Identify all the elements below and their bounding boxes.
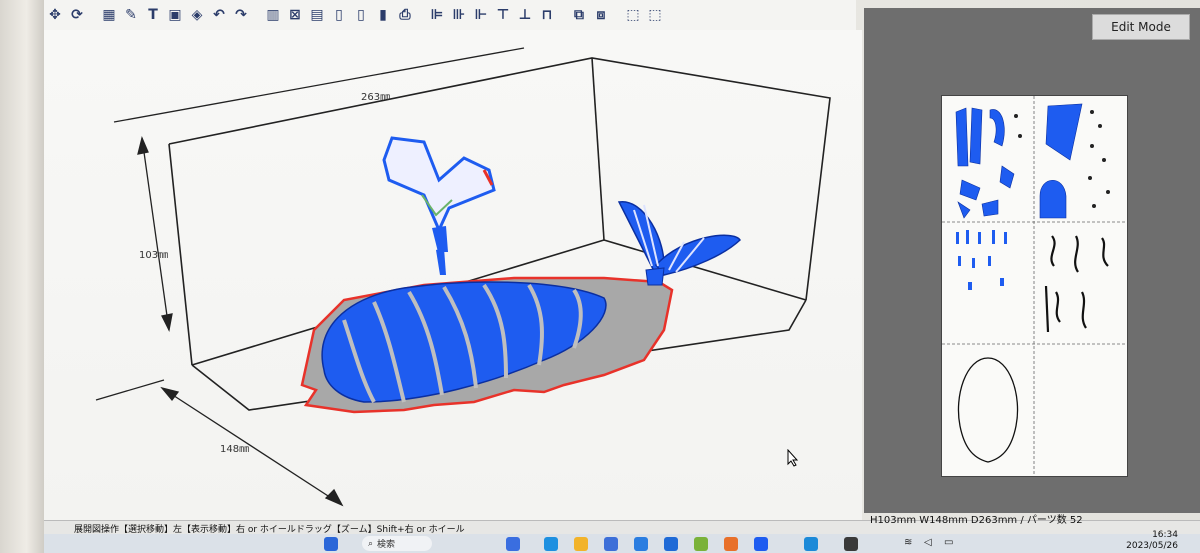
file-explorer-icon[interactable] <box>574 537 588 551</box>
pattern-sheet-canvas[interactable] <box>942 96 1127 476</box>
store-icon[interactable] <box>604 537 618 551</box>
wifi-icon[interactable]: ≋ <box>904 537 918 551</box>
app-icon[interactable] <box>664 537 678 551</box>
dimension-lines <box>95 47 525 507</box>
align-left-icon[interactable]: ⊫ <box>426 4 448 26</box>
align-right-icon[interactable]: ⊩ <box>470 4 492 26</box>
dashed-frame-icon[interactable]: ⬚ <box>644 4 666 26</box>
unfold-panel[interactable]: Edit Mode <box>864 8 1200 513</box>
status-bar: 展開図操作【選択移動】左【表示移動】右 or ホイールドラッグ【ズーム】Shif… <box>44 515 1200 535</box>
twitter-icon[interactable] <box>804 537 818 551</box>
clock-date: 2023/05/26 <box>1126 541 1178 551</box>
pepakura-icon[interactable] <box>754 537 768 551</box>
screen: ✥ ⟳ ▦ ✎ T ▣ ◈ ↶ ↷ ▥ ⊠ ▤ ▯ ▯ ▮ ⎙ ⊫ ⊪ ⊩ ⊤ … <box>0 0 1200 553</box>
search-label: 検索 <box>377 540 396 550</box>
edge-icon[interactable] <box>544 537 558 551</box>
blender-icon[interactable] <box>724 537 738 551</box>
3d-viewport[interactable]: 263㎜ 103㎜ 148㎜ <box>44 30 862 520</box>
search-icon: ⌕ <box>368 538 374 549</box>
select-icon[interactable]: ✥ <box>44 4 66 26</box>
depth-dimension-label: 263㎜ <box>361 92 391 103</box>
width-dimension-label: 148㎜ <box>220 444 250 455</box>
taskbar-search[interactable]: ⌕ 検索 <box>362 536 432 551</box>
viewport-canvas[interactable] <box>44 30 862 520</box>
align-top-icon[interactable]: ⊤ <box>492 4 514 26</box>
frame-icon[interactable]: ⬚ <box>622 4 644 26</box>
flip-icon[interactable]: ⧉ <box>568 4 590 26</box>
clock-time: 16:34 <box>1152 530 1178 540</box>
pen-icon[interactable]: ✎ <box>120 4 142 26</box>
whale-tail[interactable] <box>617 201 741 286</box>
tray-app-icon[interactable] <box>844 537 858 551</box>
mirror-icon[interactable]: ⧈ <box>590 4 612 26</box>
taskbar: ⌕ 検索 ≋ ◁ ▭ 16:34 2023/05/26 <box>44 530 1200 553</box>
monitor-bezel <box>0 0 44 553</box>
undo-icon[interactable]: ↶ <box>208 4 230 26</box>
edit-mode-tab[interactable]: Edit Mode <box>1092 14 1190 40</box>
redo-icon[interactable]: ↷ <box>230 4 252 26</box>
battery-icon[interactable]: ▭ <box>944 537 958 551</box>
layout-icon[interactable]: ▤ <box>306 4 328 26</box>
page-icon[interactable]: ▯ <box>328 4 350 26</box>
text-icon[interactable]: T <box>142 4 164 26</box>
align-middle-icon[interactable]: ⊥ <box>514 4 536 26</box>
toolbar: ✥ ⟳ ▦ ✎ T ▣ ◈ ↶ ↷ ▥ ⊠ ▤ ▯ ▯ ▮ ⎙ ⊫ ⊪ ⊩ ⊤ … <box>44 0 856 31</box>
book-icon[interactable]: ▥ <box>262 4 284 26</box>
rotate-icon[interactable]: ⟳ <box>66 4 88 26</box>
taskbar-clock[interactable]: 16:34 2023/05/26 <box>1126 530 1178 552</box>
mouse-cursor-icon <box>787 449 799 467</box>
image-icon[interactable]: ▣ <box>164 4 186 26</box>
start-icon[interactable] <box>324 537 338 551</box>
volume-icon[interactable]: ◁ <box>924 537 938 551</box>
fit-icon[interactable]: ⊠ <box>284 4 306 26</box>
page2-icon[interactable]: ▯ <box>350 4 372 26</box>
align-bottom-icon[interactable]: ⊓ <box>536 4 558 26</box>
app2-icon[interactable] <box>694 537 708 551</box>
clipboard-icon[interactable]: ▮ <box>372 4 394 26</box>
task-view-icon[interactable] <box>506 537 520 551</box>
height-dimension-label: 103㎜ <box>139 250 169 261</box>
align-center-icon[interactable]: ⊪ <box>448 4 470 26</box>
print-icon[interactable]: ⎙ <box>394 4 416 26</box>
status-dimensions-text: H103mm W148mm D263mm / パーツ数 52 <box>870 515 1083 526</box>
cube-icon[interactable]: ◈ <box>186 4 208 26</box>
pattern-sheet[interactable] <box>942 96 1127 476</box>
grid-icon[interactable]: ▦ <box>98 4 120 26</box>
water-spout[interactable] <box>382 136 496 275</box>
mail-icon[interactable] <box>634 537 648 551</box>
